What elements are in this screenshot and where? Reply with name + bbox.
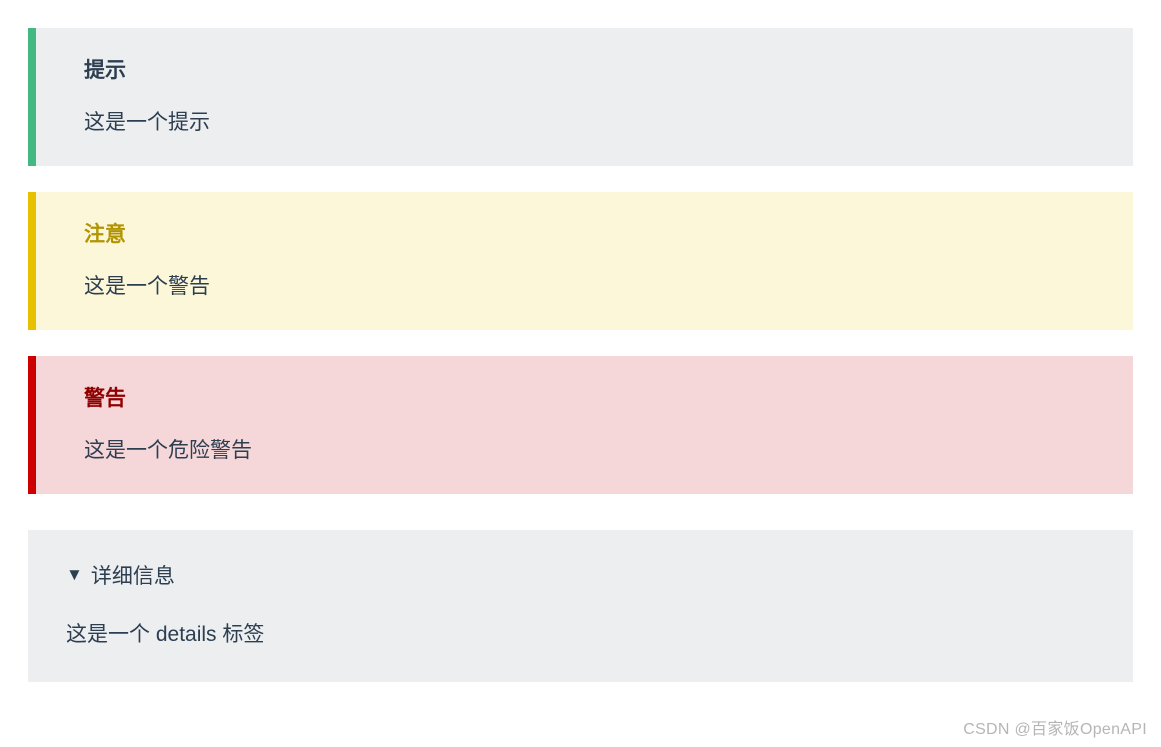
details-summary-label: 详细信息 <box>91 560 175 590</box>
disclosure-triangle-icon: ▼ <box>66 565 83 585</box>
details-summary[interactable]: ▼ 详细信息 <box>66 560 1095 590</box>
callout-warning-body: 这是一个警告 <box>84 270 1085 300</box>
callout-tip-body: 这是一个提示 <box>84 106 1085 136</box>
details-block: ▼ 详细信息 这是一个 details 标签 <box>28 530 1133 682</box>
details-body: 这是一个 details 标签 <box>66 618 1095 648</box>
callout-warning-title: 注意 <box>84 218 1085 248</box>
callout-danger-body: 这是一个危险警告 <box>84 434 1085 464</box>
callout-warning: 注意 这是一个警告 <box>28 192 1133 330</box>
callout-danger: 警告 这是一个危险警告 <box>28 356 1133 494</box>
callout-danger-title: 警告 <box>84 382 1085 412</box>
callout-tip-title: 提示 <box>84 54 1085 84</box>
callout-tip: 提示 这是一个提示 <box>28 28 1133 166</box>
watermark-text: CSDN @百家饭OpenAPI <box>963 715 1147 739</box>
